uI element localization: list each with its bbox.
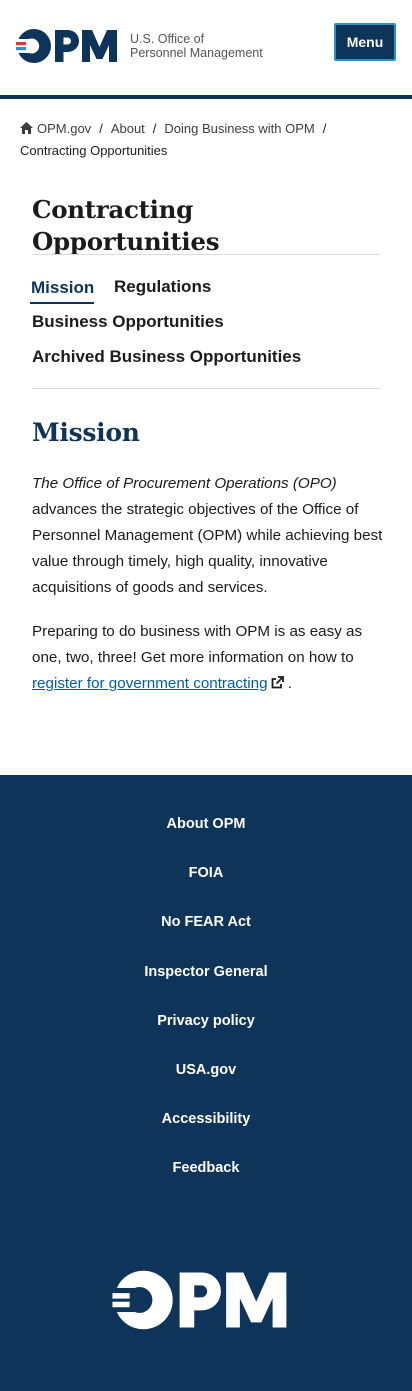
footer-link-about-opm[interactable]: About OPM — [0, 815, 412, 864]
footer-link-foia[interactable]: FOIA — [0, 864, 412, 913]
page-title: Contracting Opportunities — [32, 195, 220, 256]
site-header: U.S. Office of Personnel Management Menu — [0, 0, 412, 96]
breadcrumb-about[interactable]: About — [111, 121, 145, 136]
footer-link-privacy-policy[interactable]: Privacy policy — [0, 1012, 412, 1061]
opo-name: The Office of Procurement Operations (OP… — [32, 475, 337, 492]
home-icon — [20, 122, 33, 134]
period: . — [287, 675, 292, 692]
header-divider — [0, 95, 412, 99]
opm-logo — [16, 28, 117, 64]
tab-regulations[interactable]: Regulations — [114, 277, 211, 297]
site-footer: About OPM FOIA No FEAR Act Inspector Gen… — [0, 775, 412, 1391]
footer-link-accessibility[interactable]: Accessibility — [0, 1110, 412, 1159]
breadcrumb-separator: / — [99, 121, 103, 136]
breadcrumb-separator: / — [322, 121, 327, 136]
breadcrumb-doing-business[interactable]: Doing Business with OPM — [164, 121, 314, 136]
mission-paragraph-text: advances the strategic objectives of the… — [32, 501, 383, 596]
breadcrumb: OPM.gov / About / Doing Business with OPM / C… — [20, 118, 392, 162]
opm-logo-link[interactable]: U.S. Office of Personnel Management — [16, 28, 263, 64]
mission-heading: Mission — [32, 418, 140, 447]
footer-link-usa-gov[interactable]: USA.gov — [0, 1061, 412, 1110]
breadcrumb-opm-gov[interactable]: OPM.gov — [37, 121, 91, 136]
agency-line-2: Personnel Management — [130, 46, 263, 60]
breadcrumb-current: Contracting Opportunities — [20, 143, 168, 158]
menu-button[interactable]: Menu — [334, 23, 396, 61]
tab-archived-business-opportunities[interactable]: Archived Business Opportunities — [32, 347, 301, 367]
register-link[interactable]: register for government contracting — [32, 675, 268, 692]
divider — [32, 388, 380, 389]
tab-business-opportunities[interactable]: Business Opportunities — [32, 312, 224, 332]
footer-link-no-fear-act[interactable]: No FEAR Act — [0, 913, 412, 962]
mission-paragraph: The Office of Procurement Operations (OP… — [32, 471, 384, 601]
footer-link-feedback[interactable]: Feedback — [0, 1159, 412, 1208]
external-link-icon — [271, 676, 284, 689]
contracting-paragraph-text: Preparing to do business with OPM is as … — [32, 623, 363, 666]
footer-link-inspector-general[interactable]: Inspector General — [0, 963, 412, 1012]
divider — [32, 254, 380, 255]
agency-name: U.S. Office of Personnel Management — [130, 32, 263, 60]
footer-opm-logo — [112, 1270, 287, 1330]
tab-mission[interactable]: Mission — [29, 278, 95, 304]
contracting-paragraph: Preparing to do business with OPM is as … — [32, 619, 384, 697]
breadcrumb-separator: / — [152, 121, 157, 136]
agency-line-1: U.S. Office of — [130, 32, 205, 46]
footer-nav: About OPM FOIA No FEAR Act Inspector Gen… — [0, 815, 412, 1209]
